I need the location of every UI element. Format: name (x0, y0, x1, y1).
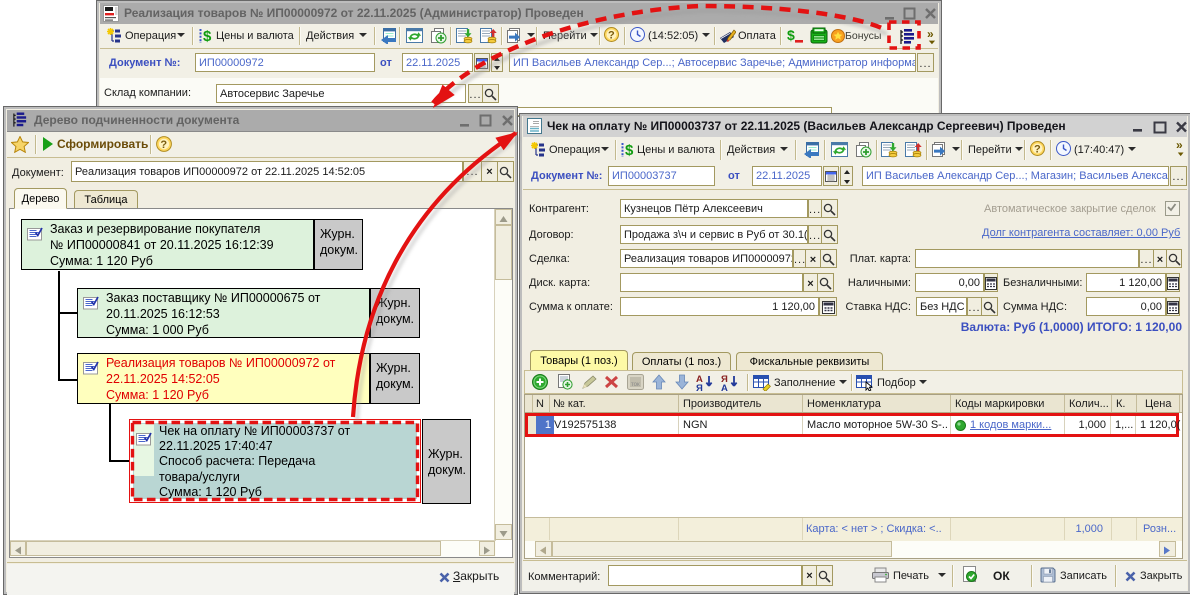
svg-text:»: » (927, 28, 934, 41)
svg-text:$: $ (625, 142, 634, 159)
svg-text:ток: ток (631, 382, 640, 388)
svg-text:»: » (1176, 139, 1183, 152)
svg-text:$: $ (203, 28, 212, 45)
svg-text:?: ? (1034, 144, 1041, 156)
svg-text:А: А (721, 383, 728, 392)
svg-text:?: ? (160, 139, 167, 151)
svg-text:?: ? (608, 30, 615, 42)
svg-text:Я: Я (696, 383, 703, 392)
svg-text:$: $ (787, 27, 795, 43)
